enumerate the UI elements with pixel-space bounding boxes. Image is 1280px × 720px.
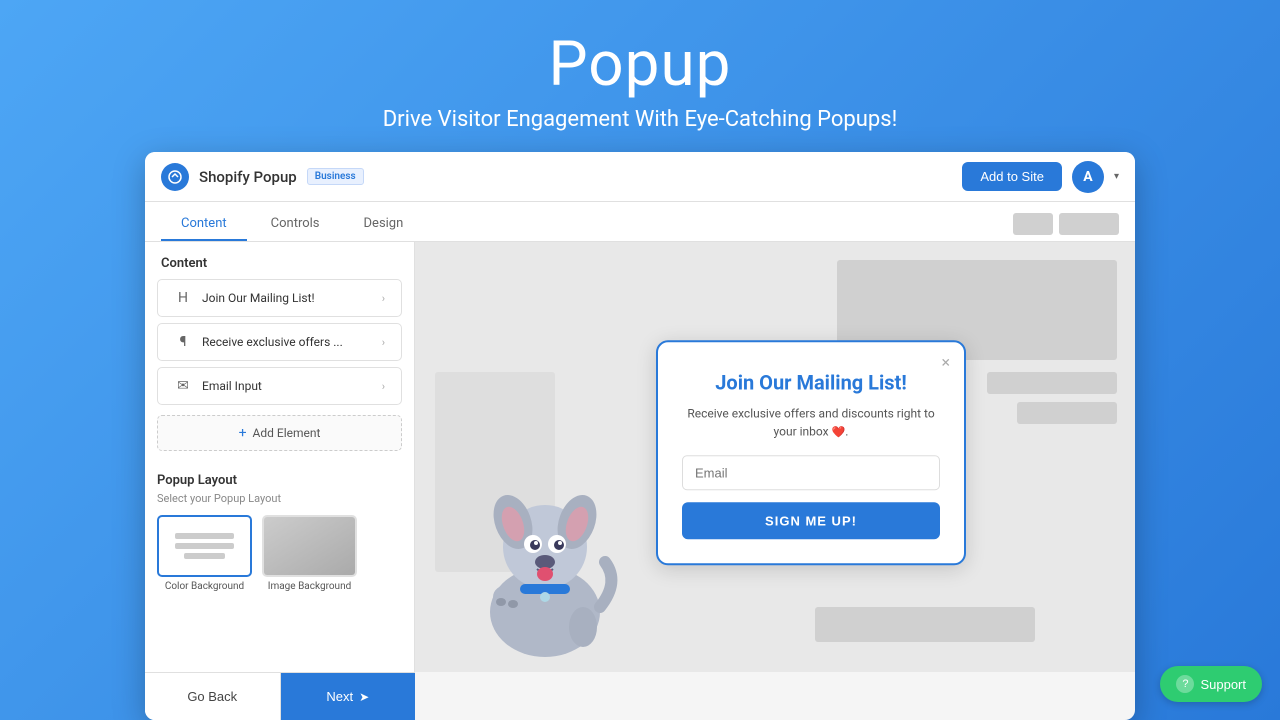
item-label-2: Receive exclusive offers ... xyxy=(202,335,343,349)
email-icon: ✉ xyxy=(174,378,192,394)
layout-image-label: Image Background xyxy=(268,581,352,592)
hero-subtitle: Drive Visitor Engagement With Eye-Catchi… xyxy=(383,107,898,132)
tab-action-buttons xyxy=(1013,213,1119,241)
layout-option-image[interactable]: Image Background xyxy=(262,515,357,592)
popup-layout-title: Popup Layout xyxy=(157,473,402,488)
popup-email-input[interactable] xyxy=(682,455,940,490)
tab-controls[interactable]: Controls xyxy=(251,208,340,241)
popup-modal: × Join Our Mailing List! Receive exclusi… xyxy=(656,340,966,565)
layout-thumb-image xyxy=(262,515,357,577)
hero-section: Popup Drive Visitor Engagement With Eye-… xyxy=(383,0,898,152)
layout-options: Color Background Image Background xyxy=(157,515,402,592)
add-element-label: Add Element xyxy=(253,426,321,440)
app-logo xyxy=(161,163,189,191)
list-item[interactable]: ✉ Email Input › xyxy=(157,367,402,405)
support-icon: ? xyxy=(1176,675,1194,693)
list-item[interactable]: ¶ Receive exclusive offers ... › xyxy=(157,323,402,361)
left-panel: Content H Join Our Mailing List! › ¶ Rec… xyxy=(145,242,415,672)
list-item[interactable]: H Join Our Mailing List! › xyxy=(157,279,402,317)
plus-icon: + xyxy=(239,425,247,441)
item-label-1: Join Our Mailing List! xyxy=(202,291,315,305)
topbar: Shopify Popup Business Add to Site A ▾ xyxy=(145,152,1135,202)
content-area: Content H Join Our Mailing List! › ¶ Rec… xyxy=(145,242,1135,672)
tab-button-2[interactable] xyxy=(1059,213,1119,235)
go-back-button[interactable]: Go Back xyxy=(145,673,281,720)
tab-button-1[interactable] xyxy=(1013,213,1053,235)
placeholder-block-4 xyxy=(815,607,1035,642)
chevron-right-icon: › xyxy=(382,292,385,305)
popup-layout-section: Popup Layout Select your Popup Layout Co… xyxy=(145,463,414,602)
layout-color-label: Color Background xyxy=(165,581,244,592)
chevron-right-icon: › xyxy=(382,336,385,349)
popup-signup-button[interactable]: SIGN ME UP! xyxy=(682,502,940,539)
bottom-buttons: Go Back Next ➤ xyxy=(145,672,415,720)
tab-design[interactable]: Design xyxy=(344,208,424,241)
item-label-3: Email Input xyxy=(202,379,262,393)
support-label: Support xyxy=(1200,677,1246,692)
placeholder-block-2 xyxy=(987,372,1117,394)
hero-title: Popup xyxy=(383,28,898,101)
popup-close-icon[interactable]: × xyxy=(941,352,950,371)
next-arrow-icon: ➤ xyxy=(359,690,369,704)
business-badge: Business xyxy=(307,168,364,185)
topbar-right: Add to Site A ▾ xyxy=(962,161,1119,193)
chevron-right-icon: › xyxy=(382,380,385,393)
paragraph-icon: ¶ xyxy=(174,334,192,350)
popup-title: Join Our Mailing List! xyxy=(682,370,940,394)
next-button[interactable]: Next ➤ xyxy=(281,673,416,720)
placeholder-block-3 xyxy=(1017,402,1117,424)
tab-content[interactable]: Content xyxy=(161,208,247,241)
layout-thumb-color xyxy=(157,515,252,577)
add-element-button[interactable]: + Add Element xyxy=(157,415,402,451)
add-to-site-button[interactable]: Add to Site xyxy=(962,162,1062,191)
popup-layout-subtitle: Select your Popup Layout xyxy=(157,492,402,505)
tabs-bar: Content Controls Design xyxy=(145,202,1135,242)
support-button[interactable]: ? Support xyxy=(1160,666,1262,702)
layout-option-color[interactable]: Color Background xyxy=(157,515,252,592)
popup-subtitle: Receive exclusive offers and discounts r… xyxy=(682,404,940,441)
dog-illustration xyxy=(445,452,645,672)
preview-area: × Join Our Mailing List! Receive exclusi… xyxy=(415,242,1135,672)
heading-icon: H xyxy=(174,290,192,306)
topbar-left: Shopify Popup Business xyxy=(161,163,364,191)
app-window: Shopify Popup Business Add to Site A ▾ C… xyxy=(145,152,1135,720)
avatar-button[interactable]: A xyxy=(1072,161,1104,193)
panel-section-title: Content xyxy=(145,242,414,279)
heart-icon: ❤️ xyxy=(832,425,846,438)
chevron-down-icon[interactable]: ▾ xyxy=(1114,171,1119,182)
app-title: Shopify Popup xyxy=(199,168,297,186)
